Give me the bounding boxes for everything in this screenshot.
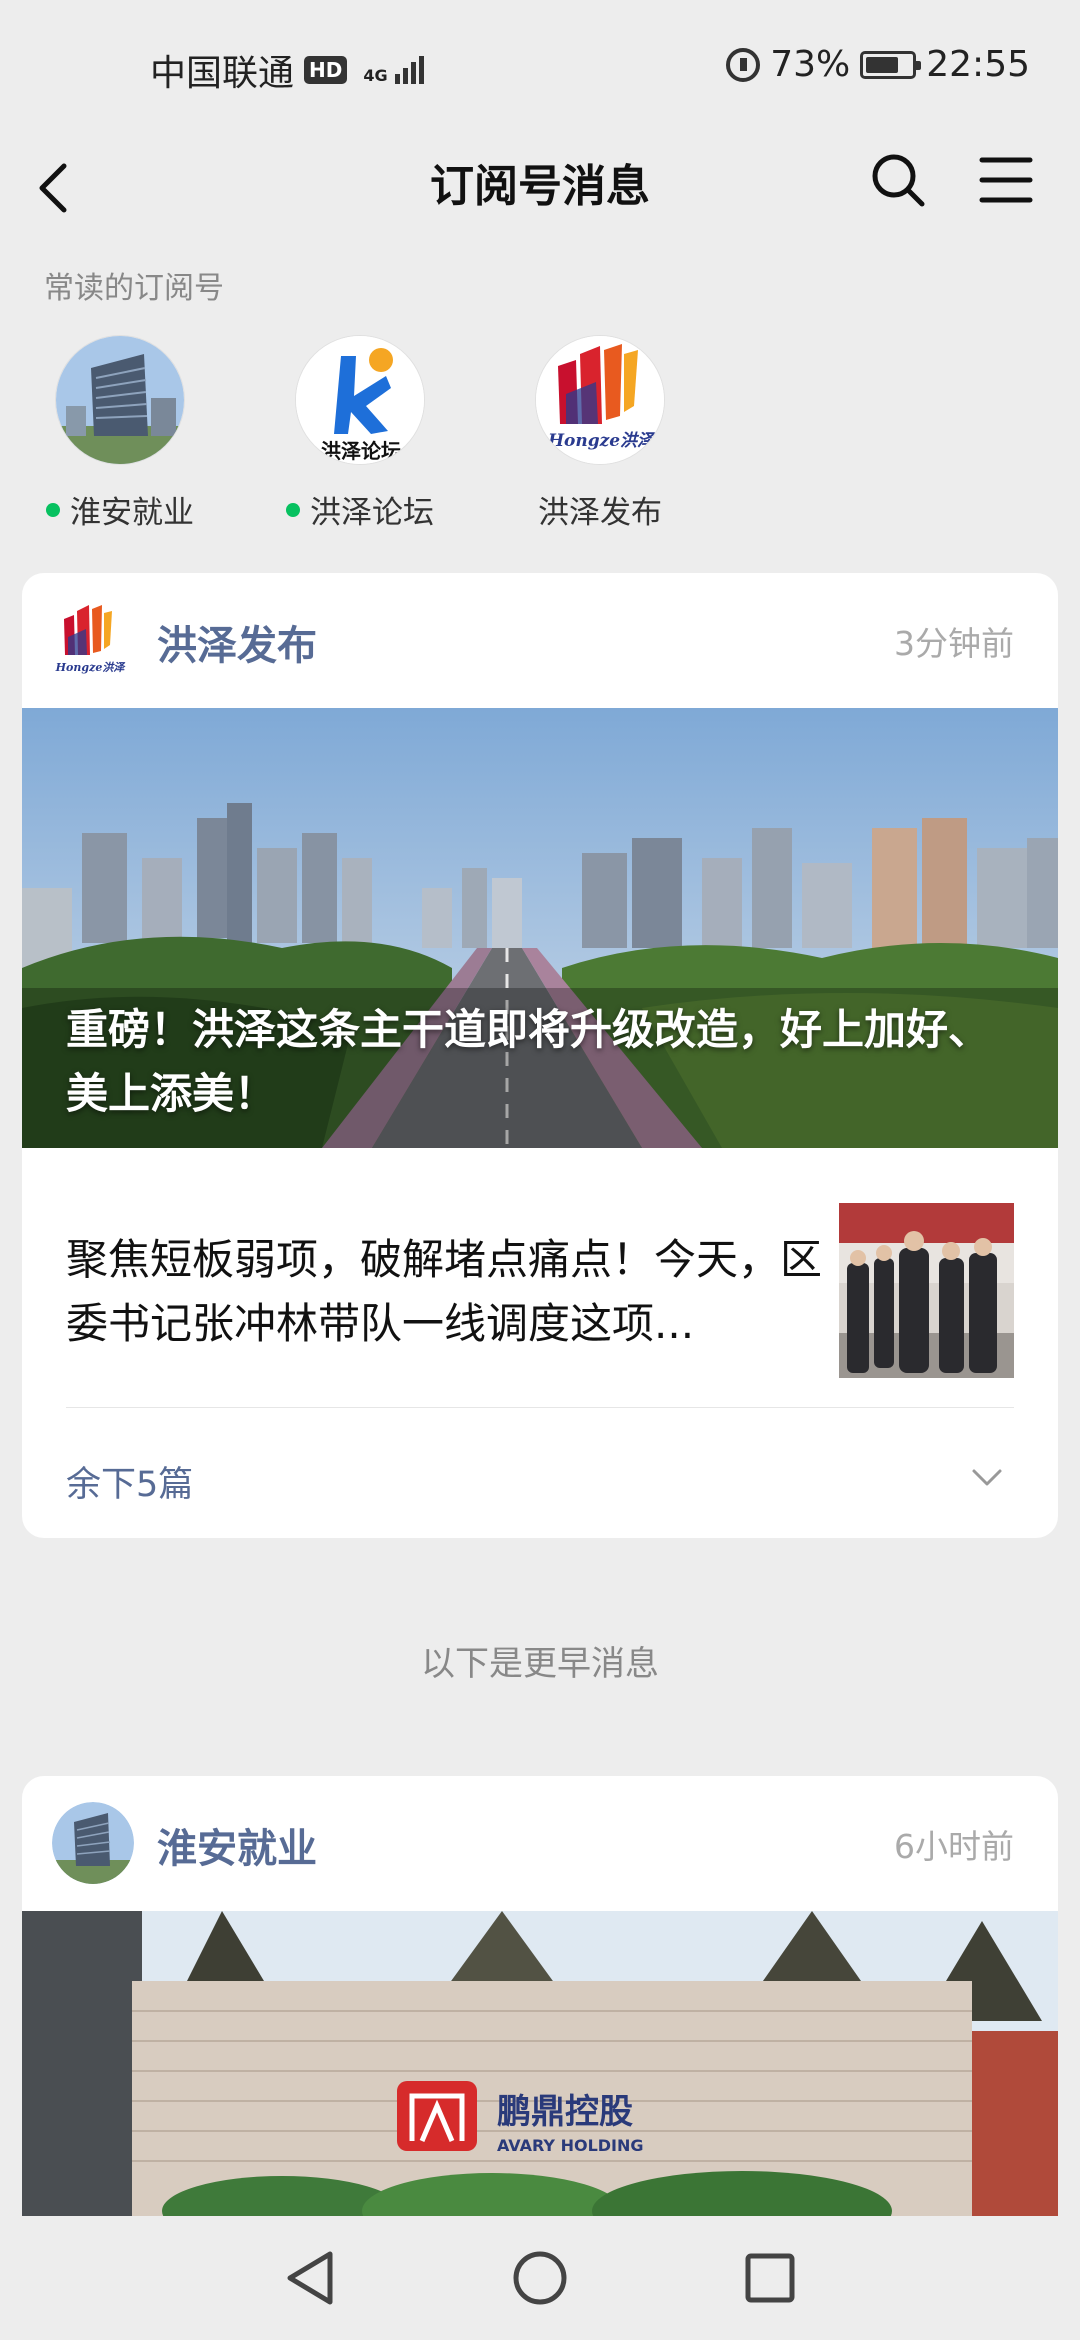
message-card: Hongze洪泽 洪泽发布 3分钟前 重磅！洪泽这条主干道即将升级改造，好上加好… — [22, 573, 1058, 1538]
status-bar: 中国联通 HD 4G 73% 22:55 — [0, 0, 1080, 130]
recents-square-icon[interactable] — [742, 2248, 798, 2308]
frequent-item-hongze-release[interactable]: Hongze洪泽 洪泽发布 — [500, 335, 700, 532]
article-item[interactable]: 聚焦短板弱项，破解堵点痛点！今天，区委书记张冲林带队一线调度这项... — [66, 1148, 1014, 1408]
company-sign-en: AVARY HOLDING — [497, 2136, 644, 2155]
frequent-item-label: 洪泽论坛 — [310, 495, 434, 531]
menu-icon[interactable] — [978, 150, 1034, 210]
more-articles-label: 余下5篇 — [66, 1465, 194, 1505]
more-articles-row[interactable]: 余下5篇 — [66, 1408, 1014, 1538]
frequent-section-title: 常读的订阅号 — [44, 271, 224, 306]
card-header[interactable]: 淮安就业 6小时前 — [22, 1776, 1058, 1911]
signal-icon: 4G — [363, 56, 424, 85]
battery-icon — [860, 50, 922, 79]
hero-article[interactable]: 鹏鼎控股 AVARY HOLDING — [22, 1911, 1058, 2216]
chevron-down-icon — [972, 1469, 1002, 1486]
account-logo: Hongze洪泽 — [52, 599, 134, 681]
frequent-item-huaian-jobs[interactable]: 淮安就业 — [20, 335, 220, 532]
battery-percent: 73% — [770, 44, 851, 85]
system-nav-bar — [0, 2216, 1080, 2340]
article-thumbnail — [839, 1203, 1014, 1378]
back-triangle-icon[interactable] — [282, 2248, 338, 2308]
account-name[interactable]: 淮安就业 — [157, 1816, 317, 1874]
unread-dot — [46, 502, 60, 517]
hero-article-title: 重磅！洪泽这条主干道即将升级改造，好上加好、美上添美！ — [66, 1005, 991, 1118]
rotation-lock-icon — [726, 47, 761, 82]
carrier-name: 中国联通 — [150, 53, 295, 94]
hero-article[interactable]: 重磅！洪泽这条主干道即将升级改造，好上加好、美上添美！ — [22, 708, 1058, 1148]
forum-logo-text: 洪泽论坛 — [321, 439, 401, 463]
account-logo — [52, 1802, 134, 1884]
account-name[interactable]: 洪泽发布 — [157, 613, 317, 671]
article-title: 聚焦短板弱项，破解堵点痛点！今天，区委书记张冲林带队一线调度这项... — [66, 1235, 823, 1348]
hongze-logo-text: Hongze洪泽 — [55, 661, 127, 674]
message-time: 6小时前 — [894, 1827, 1014, 1866]
hd-badge: HD — [304, 56, 348, 84]
clock: 22:55 — [926, 44, 1030, 85]
unread-dot — [286, 502, 300, 517]
company-sign-cn: 鹏鼎控股 — [497, 2092, 633, 2132]
avatar: 洪泽论坛 — [295, 335, 425, 465]
hongze-logo-text: Hongze洪泽 — [547, 431, 656, 451]
avatar — [55, 335, 185, 465]
home-circle-icon[interactable] — [512, 2248, 568, 2308]
frequent-item-label: 洪泽发布 — [538, 495, 662, 531]
network-type: 4G — [363, 66, 388, 85]
hero-image: 鹏鼎控股 AVARY HOLDING — [22, 1911, 1058, 2216]
frequent-item-hongze-forum[interactable]: 洪泽论坛 洪泽论坛 — [260, 335, 460, 532]
message-card: 淮安就业 6小时前 鹏鼎控股 AVARY HOLDING — [22, 1776, 1058, 2216]
card-header[interactable]: Hongze洪泽 洪泽发布 3分钟前 — [22, 573, 1058, 708]
message-time: 3分钟前 — [894, 624, 1014, 663]
nav-bar: 订阅号消息 — [0, 130, 1080, 240]
frequent-item-label: 淮安就业 — [70, 495, 194, 531]
earlier-messages-divider: 以下是更早消息 — [421, 1644, 659, 1684]
avatar: Hongze洪泽 — [535, 335, 665, 465]
search-icon[interactable] — [868, 150, 928, 210]
